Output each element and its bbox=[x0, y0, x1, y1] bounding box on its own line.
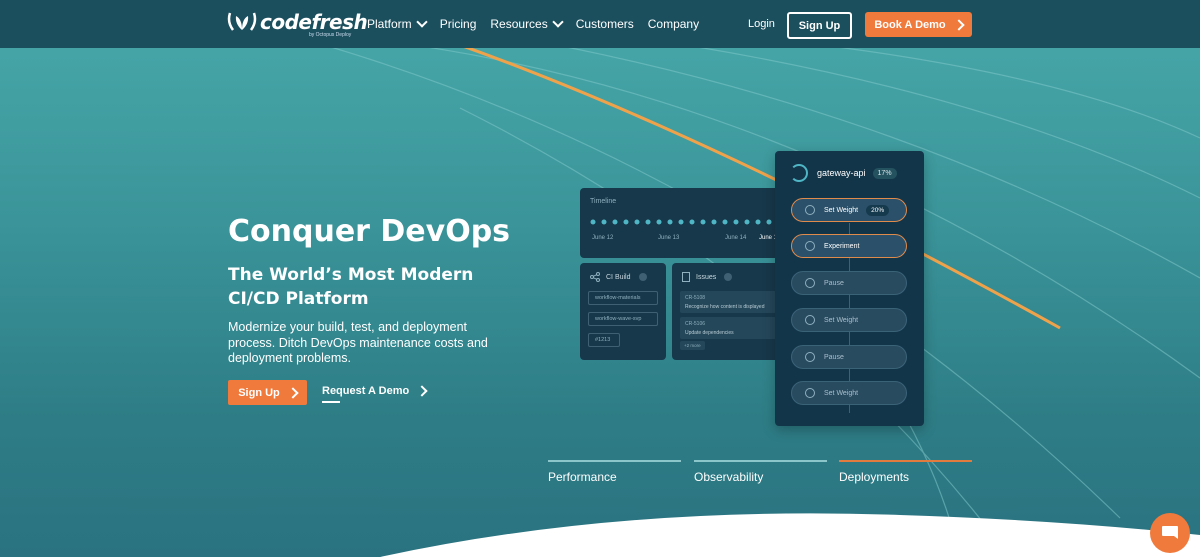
step-label: Experiment bbox=[824, 242, 860, 250]
hero-title: Conquer DevOps bbox=[228, 214, 511, 249]
share-nodes-icon bbox=[590, 272, 600, 282]
tab-indicator bbox=[548, 460, 681, 462]
logo-subtext: by Octopus Deploy bbox=[309, 32, 352, 38]
tab-label: Performance bbox=[548, 470, 617, 484]
menu-pricing[interactable]: Pricing bbox=[440, 17, 477, 31]
step-value: 20% bbox=[866, 204, 890, 216]
rollout-header: gateway-api 17% bbox=[790, 164, 897, 182]
leaf-logo-icon bbox=[227, 12, 257, 31]
timeline-dots bbox=[590, 219, 780, 225]
issue-item: CR-5108 Recognize how content is display… bbox=[680, 291, 776, 313]
pause-icon bbox=[805, 352, 815, 362]
tab-indicator bbox=[839, 460, 972, 462]
chevron-down-icon bbox=[552, 16, 564, 28]
chat-bubble-icon bbox=[1162, 526, 1178, 539]
timeline-date: June 13 bbox=[658, 235, 680, 241]
hero-description: Modernize your build, test, and deployme… bbox=[228, 320, 488, 365]
request-demo-label: Request A Demo bbox=[322, 385, 410, 397]
status-dot bbox=[638, 273, 647, 281]
tab-performance[interactable]: Performance bbox=[548, 460, 681, 484]
rollout-panel: gateway-api 17% Set Weight 20% Experimen… bbox=[775, 151, 924, 426]
issue-more-tag: +2 more bbox=[680, 341, 705, 350]
hero-subtitle: The World’s Most Modern CI/CD Platform bbox=[228, 265, 474, 309]
step-label: Set Weight bbox=[824, 389, 859, 397]
step-label: Pause bbox=[824, 353, 844, 361]
flask-icon bbox=[805, 241, 815, 251]
issues-title: Issues bbox=[696, 273, 717, 281]
document-icon bbox=[682, 272, 690, 282]
rollout-step: Set Weight bbox=[791, 381, 907, 405]
step-label: Pause bbox=[824, 279, 844, 287]
chevron-right-icon bbox=[952, 18, 965, 31]
menu-resources-label: Resources bbox=[490, 17, 548, 31]
book-demo-button[interactable]: Book A Demo bbox=[865, 12, 972, 37]
tab-observability[interactable]: Observability bbox=[694, 460, 827, 484]
menu-customers[interactable]: Customers bbox=[576, 17, 634, 31]
menu-customers-label: Customers bbox=[575, 17, 634, 31]
issue-text: Update dependencies bbox=[685, 330, 734, 336]
ci-build-header: CI Build bbox=[590, 272, 647, 282]
timeline-title: Timeline bbox=[590, 198, 617, 205]
rollout-step: Experiment bbox=[791, 234, 907, 258]
issue-text: Recognize how content is displayed bbox=[685, 304, 765, 310]
top-navbar: codefresh by Octopus Deploy Platform Pri… bbox=[0, 0, 1200, 48]
tab-deployments[interactable]: Deployments bbox=[839, 460, 972, 484]
menu-company-label: Company bbox=[647, 17, 700, 31]
rollout-step: Set Weight bbox=[791, 308, 907, 332]
menu-pricing-label: Pricing bbox=[439, 17, 477, 31]
ci-build-item: workflow-materials bbox=[588, 291, 658, 305]
menu-company[interactable]: Company bbox=[648, 17, 699, 31]
issues-header: Issues bbox=[682, 272, 733, 282]
feature-tabs: Performance Observability Deployments bbox=[548, 460, 972, 490]
request-demo-link[interactable]: Request A Demo bbox=[322, 385, 428, 403]
timeline-date: June 14 bbox=[725, 235, 747, 241]
menu-platform-label: Platform bbox=[367, 17, 412, 31]
hero-signup-button[interactable]: Sign Up bbox=[228, 380, 307, 405]
tab-label: Deployments bbox=[839, 470, 910, 484]
link-underline bbox=[322, 401, 340, 403]
menu-platform[interactable]: Platform bbox=[367, 16, 428, 31]
ci-build-title: CI Build bbox=[606, 273, 631, 281]
status-dot bbox=[724, 273, 733, 281]
chevron-right-icon bbox=[416, 385, 428, 397]
rollout-step: Set Weight 20% bbox=[791, 198, 907, 222]
issue-id: CR-5106 bbox=[685, 321, 706, 327]
codefresh-logo[interactable]: codefresh by Octopus Deploy bbox=[227, 10, 368, 38]
main-menu: Platform Pricing Resources Customers Com… bbox=[367, 0, 713, 48]
tab-label: Observability bbox=[694, 470, 764, 484]
rollout-step: Pause bbox=[791, 271, 907, 295]
chevron-right-icon bbox=[287, 386, 299, 399]
progress-spinner-icon bbox=[790, 164, 808, 182]
chevron-down-icon bbox=[416, 16, 428, 28]
bottom-wave bbox=[380, 513, 1200, 557]
issue-id: CR-5108 bbox=[685, 295, 706, 301]
ci-build-panel: CI Build workflow-materials workflow-wav… bbox=[580, 263, 666, 360]
rollout-service-name: gateway-api bbox=[817, 168, 866, 178]
scale-icon bbox=[805, 205, 815, 215]
ci-build-item: workflow-wave-svp bbox=[588, 312, 658, 326]
timeline-panel: Timeline June 12 June 13 June 14 June 1 bbox=[580, 188, 790, 258]
menu-resources[interactable]: Resources bbox=[490, 16, 564, 31]
rollout-percent-badge: 17% bbox=[872, 167, 897, 179]
ci-build-item: #1213 bbox=[588, 333, 620, 347]
book-demo-label: Book A Demo bbox=[874, 18, 946, 31]
chat-button[interactable] bbox=[1150, 513, 1190, 553]
scale-icon bbox=[805, 388, 815, 398]
issue-item: CR-5106 Update dependencies bbox=[680, 317, 776, 339]
issues-panel: Issues CR-5108 Recognize how content is … bbox=[672, 263, 782, 360]
timeline-date: June 12 bbox=[592, 235, 614, 241]
pause-icon bbox=[805, 278, 815, 288]
scale-icon bbox=[805, 315, 815, 325]
step-label: Set Weight bbox=[824, 206, 859, 214]
nav-signup-button[interactable]: Sign Up bbox=[787, 12, 852, 39]
step-label: Set Weight bbox=[824, 316, 859, 324]
rollout-step: Pause bbox=[791, 345, 907, 369]
tab-indicator bbox=[694, 460, 827, 462]
hero-signup-label: Sign Up bbox=[238, 386, 280, 399]
login-link[interactable]: Login bbox=[748, 18, 775, 30]
logo-text: codefresh bbox=[260, 10, 368, 34]
